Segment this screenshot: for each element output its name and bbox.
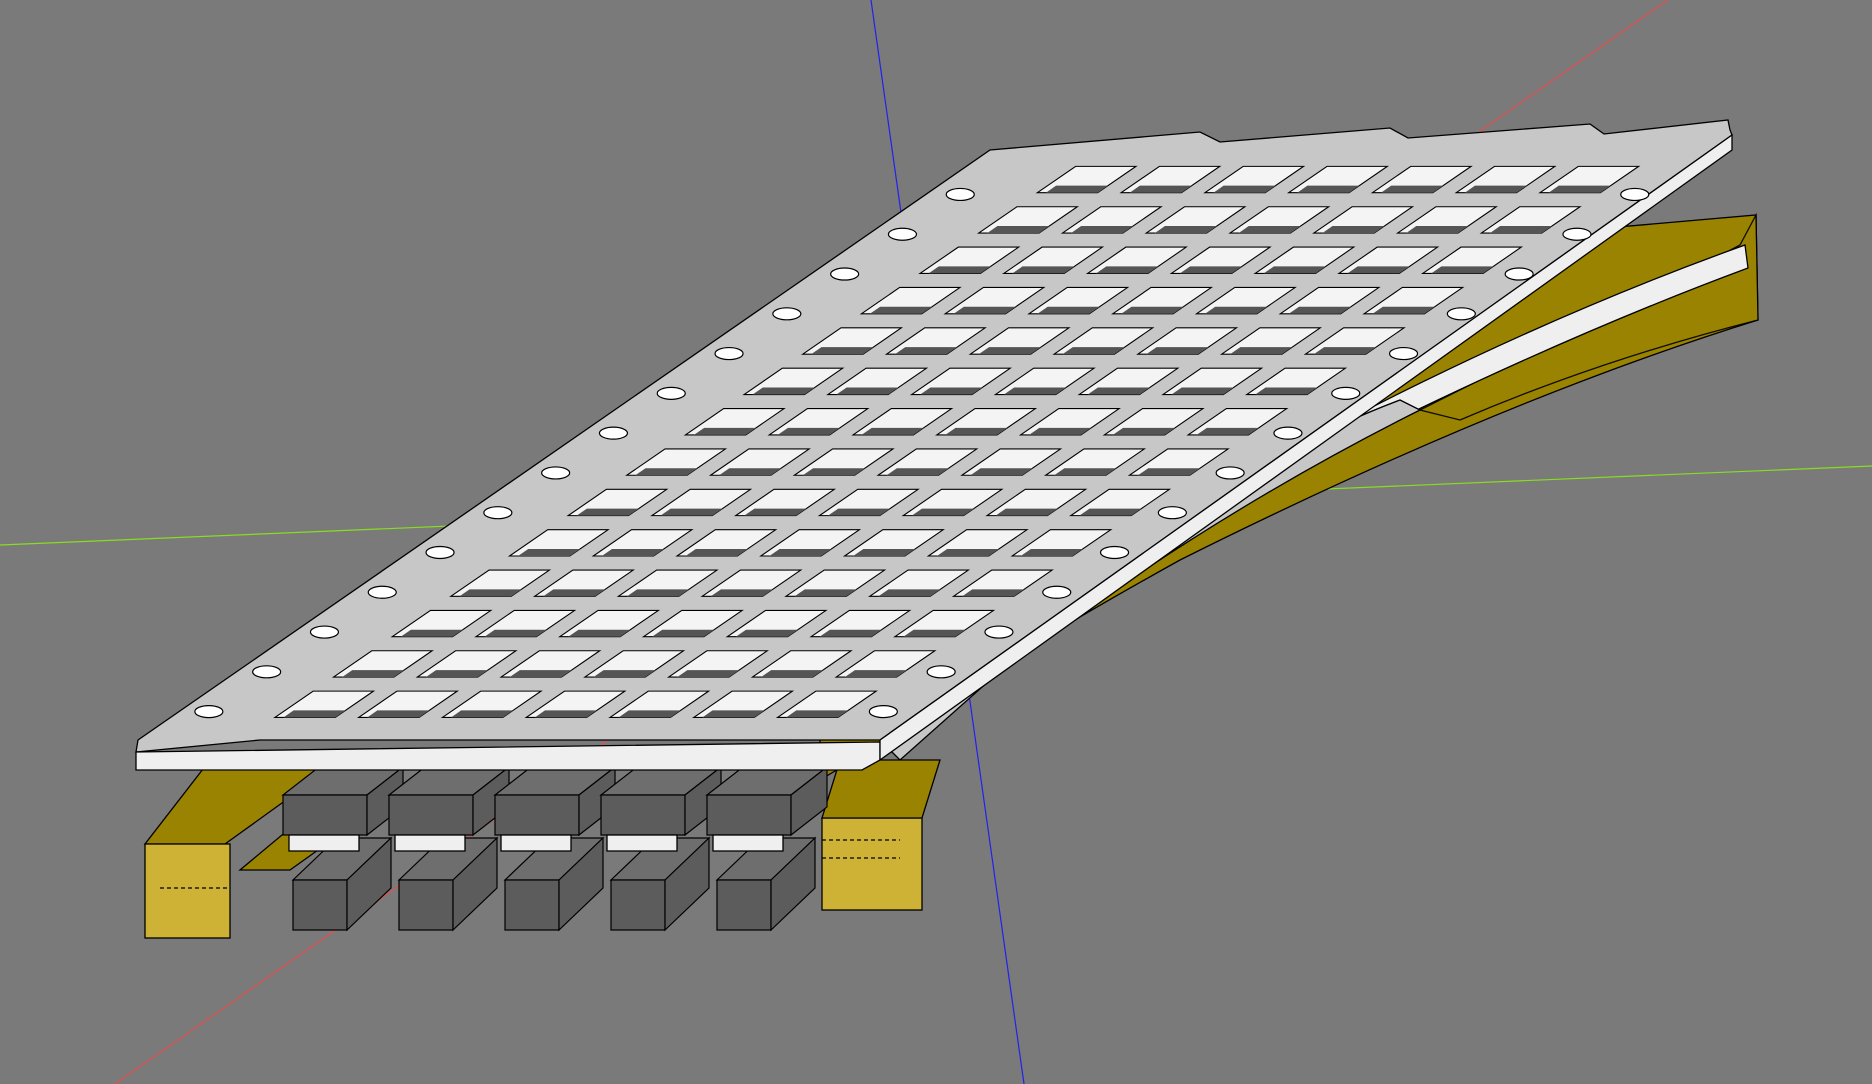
mount-hole xyxy=(541,466,571,480)
switch-block xyxy=(705,765,829,932)
mount-hole xyxy=(1273,426,1303,440)
switch-block xyxy=(493,765,617,932)
main-keyplate[interactable] xyxy=(135,119,1733,771)
mount-hole xyxy=(984,625,1014,639)
keyboard-model-scene[interactable] xyxy=(0,0,1872,1084)
keyplate-front-face xyxy=(135,741,881,771)
mount-hole xyxy=(772,307,802,321)
cad-3d-viewport[interactable] xyxy=(0,0,1872,1084)
mount-hole xyxy=(1504,267,1534,281)
right-bracket-front-block xyxy=(821,817,923,911)
mount-hole xyxy=(926,665,956,679)
mount-hole xyxy=(483,506,513,520)
left-bracket-front-block xyxy=(144,843,231,939)
mount-hole xyxy=(1099,545,1130,560)
mount-hole xyxy=(598,426,629,440)
mount-hole xyxy=(1331,386,1361,400)
mount-hole xyxy=(1620,187,1650,202)
mount-hole xyxy=(1562,227,1592,241)
mount-hole xyxy=(425,545,455,560)
switch-block xyxy=(281,765,405,932)
mount-hole xyxy=(868,704,898,719)
mount-hole xyxy=(194,704,224,719)
mount-hole xyxy=(1042,585,1072,599)
switch-block xyxy=(387,765,511,932)
mount-hole xyxy=(887,227,918,241)
mount-hole xyxy=(1388,346,1419,361)
mount-hole xyxy=(656,386,686,400)
mount-hole xyxy=(945,187,975,202)
mount-hole xyxy=(367,585,397,599)
mount-hole xyxy=(1215,466,1245,480)
mount-hole xyxy=(714,346,744,361)
mount-hole xyxy=(309,625,340,639)
mount-hole xyxy=(1446,307,1476,321)
mount-hole xyxy=(252,665,282,679)
mount-hole xyxy=(1157,506,1187,520)
switch-block xyxy=(599,765,723,932)
mount-hole xyxy=(830,267,860,281)
switch-blocks-group xyxy=(281,765,829,932)
